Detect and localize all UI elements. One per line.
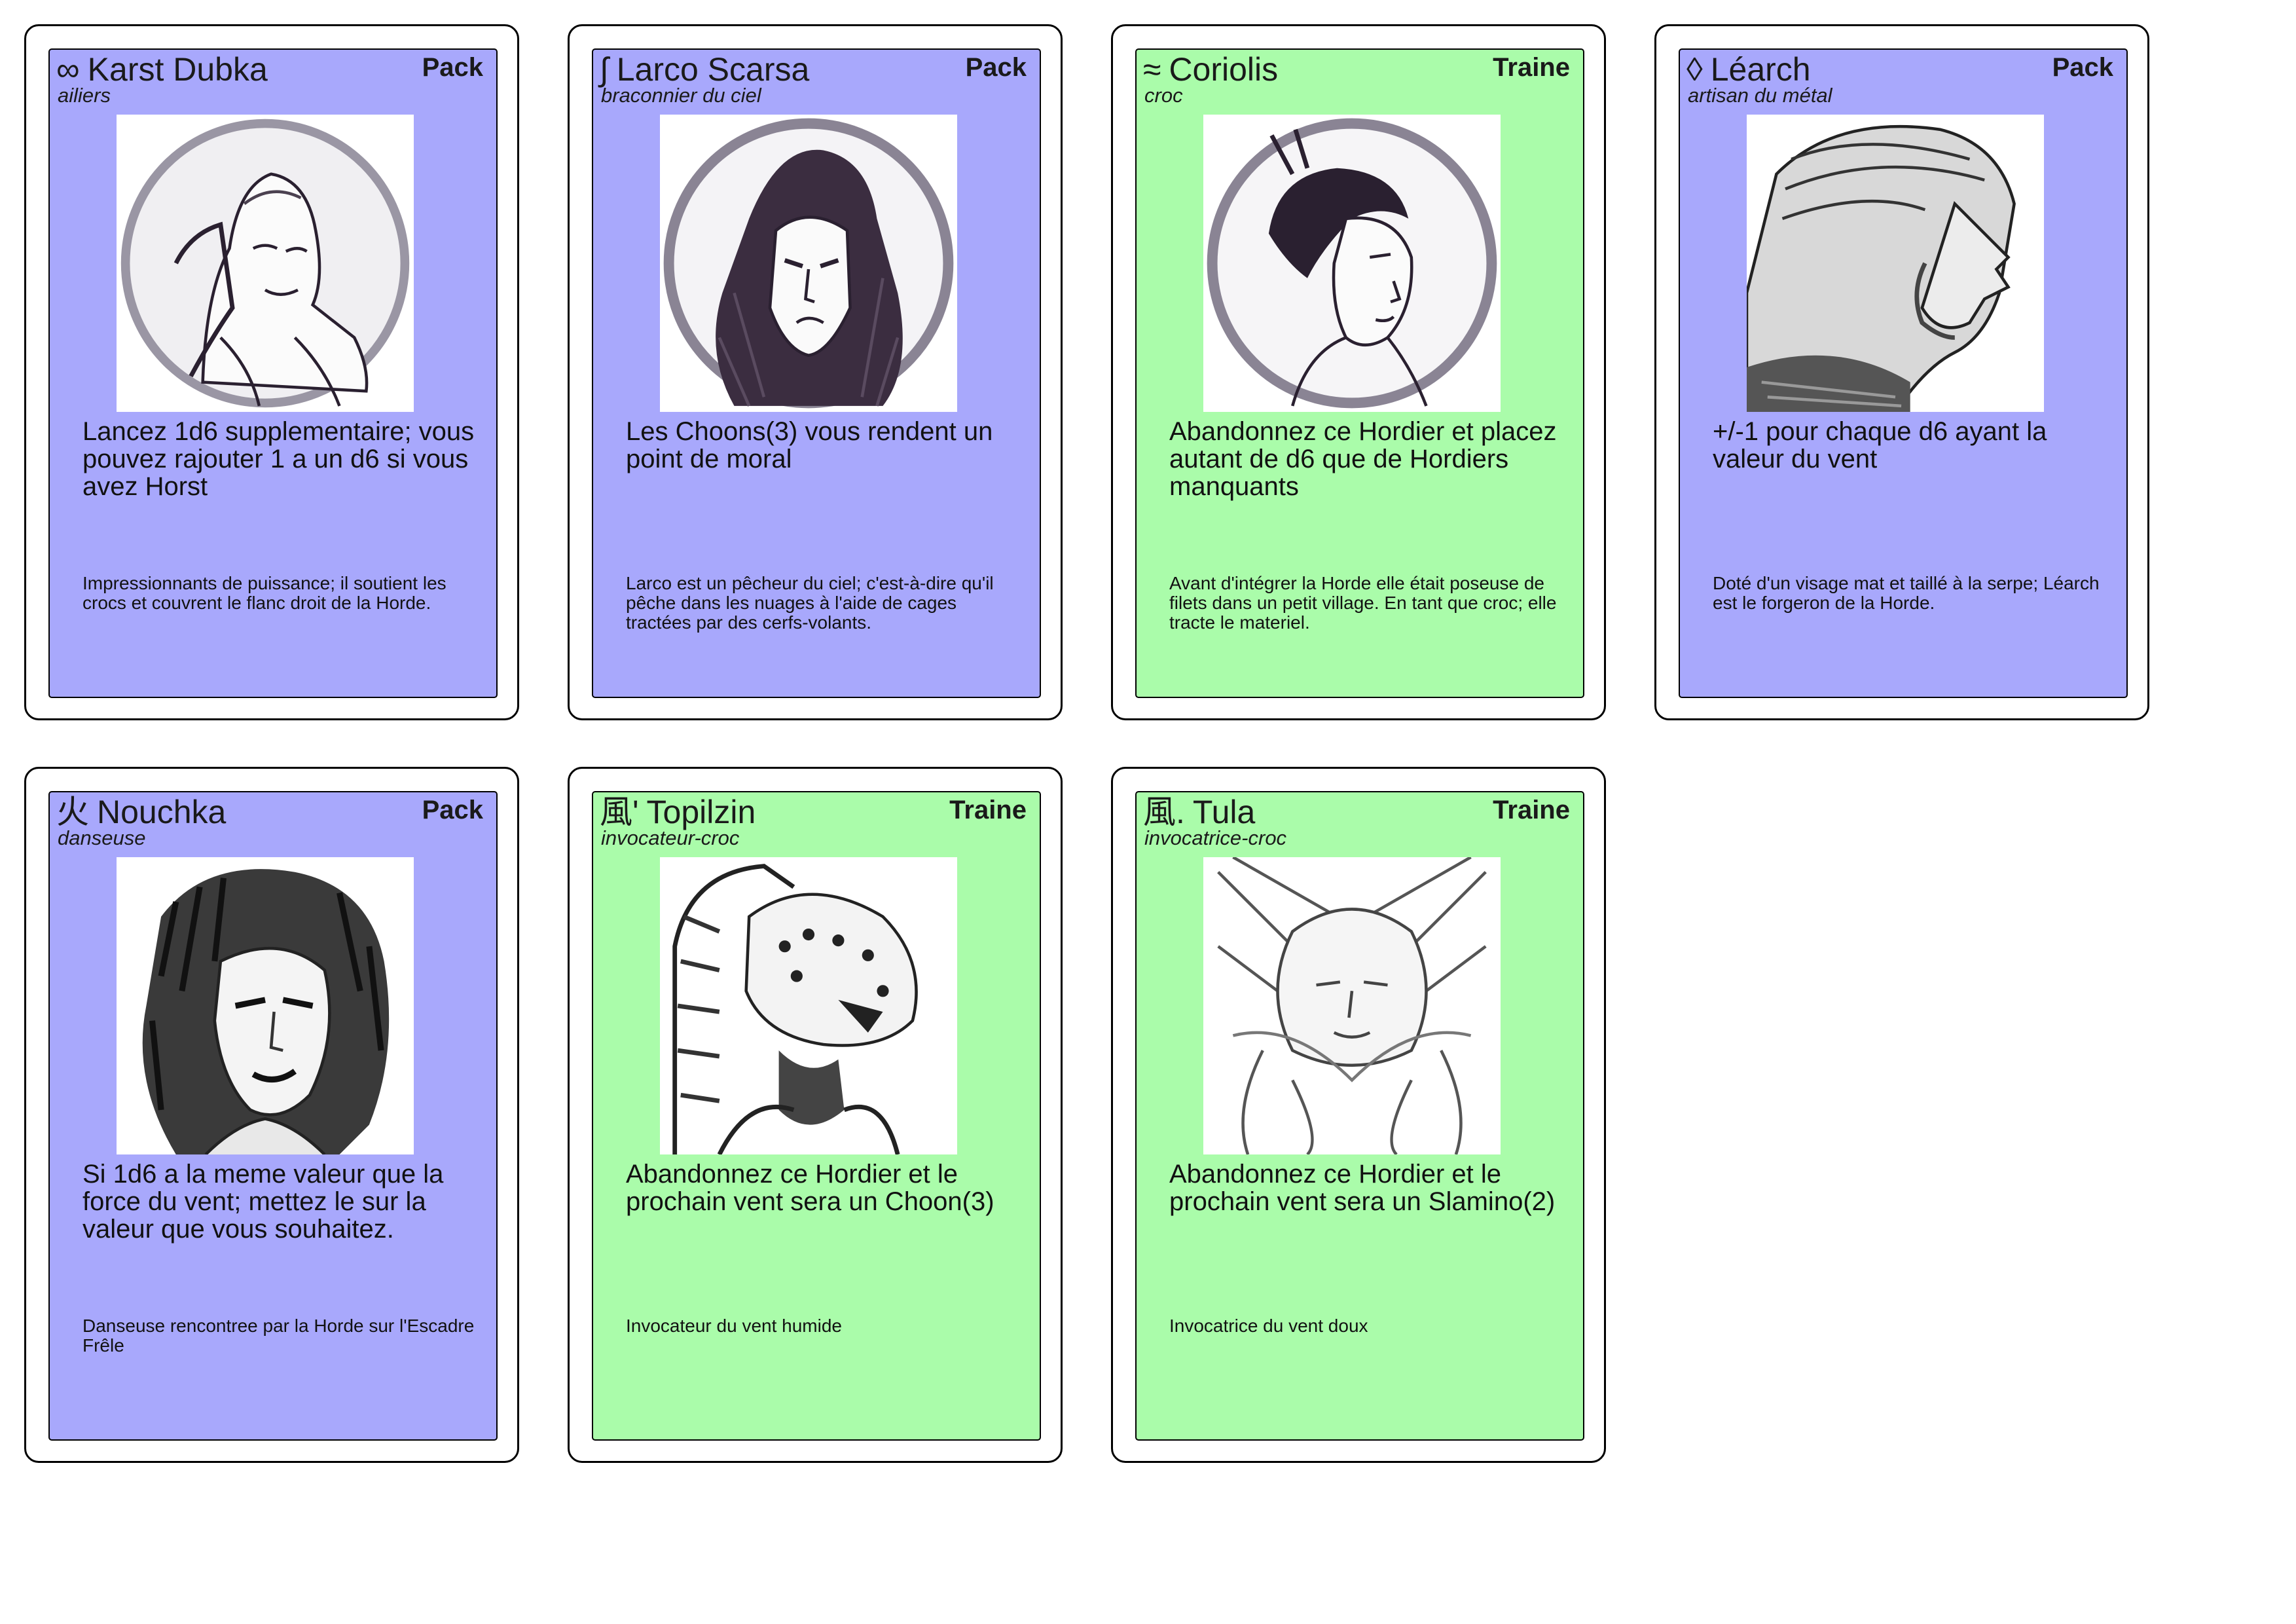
card-flavor: Invocatrice du vent doux (1169, 1316, 1368, 1336)
card-sheet: ∞ Karst Dubka Pack ailiers Lancez 1d6 sup… (0, 0, 2296, 1624)
card-karst-dubka[interactable]: ∞ Karst Dubka Pack ailiers Lancez 1d6 sup… (24, 24, 519, 720)
card-face: 風' Topilzin Traine invocateur-croc Abando… (592, 791, 1041, 1441)
card-symbol: ∞ (56, 51, 80, 88)
card-flavor: Invocateur du vent humide (626, 1316, 842, 1336)
card-coriolis[interactable]: ≈ Coriolis Traine croc Abandonnez ce Hord… (1111, 24, 1606, 720)
card-nouchka[interactable]: 火 Nouchka Pack danseuse Si 1d6 a la meme … (24, 767, 519, 1463)
card-role: invocateur-croc (601, 826, 740, 849)
card-larco-scarsa[interactable]: ∫ Larco Scarsa Pack braconnier du ciel Le… (568, 24, 1063, 720)
card-flavor: Impressionnants de puissance; il soutien… (82, 573, 446, 613)
card-role: danseuse (58, 826, 146, 849)
card-name: 風. Tula (1143, 792, 1484, 832)
card-name-text: Nouchka (97, 794, 227, 830)
card-effect: Abandonnez ce Hordier et placez autant d… (1169, 417, 1557, 501)
card-role: ailiers (58, 84, 111, 107)
card-flavor: Avant d'intégrer la Horde elle était pos… (1169, 573, 1557, 633)
card-effect: Si 1d6 a la meme valeur que la force du … (82, 1160, 444, 1244)
card-face: 火 Nouchka Pack danseuse Si 1d6 a la meme … (48, 791, 498, 1441)
card-type: Traine (1493, 53, 1570, 82)
card-learch[interactable]: ◊ Léarch Pack artisan du métal +/-1 pour … (1654, 24, 2149, 720)
card-flavor: Larco est un pêcheur du ciel; c'est-à-di… (626, 573, 994, 633)
card-type: Pack (2052, 53, 2113, 82)
card-effect: Abandonnez ce Hordier et le prochain ven… (626, 1160, 994, 1216)
card-tula[interactable]: 風. Tula Traine invocatrice-croc Abandonne… (1111, 767, 1606, 1463)
card-face: ∫ Larco Scarsa Pack braconnier du ciel Le… (592, 48, 1041, 698)
card-face: ≈ Coriolis Traine croc Abandonnez ce Hord… (1135, 48, 1584, 698)
card-name-text: Tula (1192, 794, 1256, 830)
card-role: invocatrice-croc (1144, 826, 1287, 849)
card-flavor: Danseuse rencontree par la Horde sur l'E… (82, 1316, 475, 1356)
card-type: Traine (949, 796, 1027, 824)
card-type: Pack (422, 53, 483, 82)
portrait-circle-icon (1203, 115, 1501, 412)
portrait-profile-icon (1747, 115, 2044, 412)
card-name-text: Coriolis (1169, 51, 1279, 88)
portrait-circle-icon (117, 115, 414, 412)
card-face: ∞ Karst Dubka Pack ailiers Lancez 1d6 sup… (48, 48, 498, 698)
card-effect: Lancez 1d6 supplementaire; vous pouvez r… (82, 417, 475, 501)
card-name-text: Karst Dubka (87, 51, 268, 88)
portrait-circle-icon (660, 115, 957, 412)
card-effect: +/-1 pour chaque d6 ayant la valeur du v… (1713, 417, 2047, 473)
card-name-text: Léarch (1710, 51, 1811, 88)
card-symbol: ∫ (600, 51, 609, 88)
card-name: 風' Topilzin (600, 792, 940, 832)
card-face: ◊ Léarch Pack artisan du métal +/-1 pour … (1679, 48, 2128, 698)
card-symbol: ◊ (1686, 51, 1703, 88)
card-type: Traine (1493, 796, 1570, 824)
card-name: ≈ Coriolis (1143, 50, 1484, 89)
card-role: artisan du métal (1688, 84, 1832, 107)
card-topilzin[interactable]: 風' Topilzin Traine invocateur-croc Abando… (568, 767, 1063, 1463)
portrait-sketch-icon (1203, 857, 1501, 1154)
card-effect: Abandonnez ce Hordier et le prochain ven… (1169, 1160, 1556, 1216)
card-symbol: ≈ (1143, 51, 1161, 88)
portrait-leopard-icon (660, 857, 957, 1154)
card-role: croc (1144, 84, 1183, 107)
card-name: ∫ Larco Scarsa (600, 50, 940, 89)
card-type: Pack (422, 796, 483, 824)
card-name-text: Larco Scarsa (616, 51, 810, 88)
card-name: ◊ Léarch (1686, 50, 2027, 89)
card-symbol: 風' (600, 794, 639, 830)
card-name: ∞ Karst Dubka (56, 50, 397, 89)
card-face: 風. Tula Traine invocatrice-croc Abandonne… (1135, 791, 1584, 1441)
card-role: braconnier du ciel (601, 84, 761, 107)
card-name: 火 Nouchka (56, 792, 397, 832)
card-flavor: Doté d'un visage mat et taillé à la serp… (1713, 573, 2100, 613)
card-symbol: 風. (1143, 794, 1185, 830)
card-symbol: 火 (56, 794, 89, 830)
card-type: Pack (965, 53, 1027, 82)
card-effect: Les Choons(3) vous rendent un point de m… (626, 417, 993, 473)
card-name-text: Topilzin (646, 794, 756, 830)
portrait-hair-icon (117, 857, 414, 1154)
